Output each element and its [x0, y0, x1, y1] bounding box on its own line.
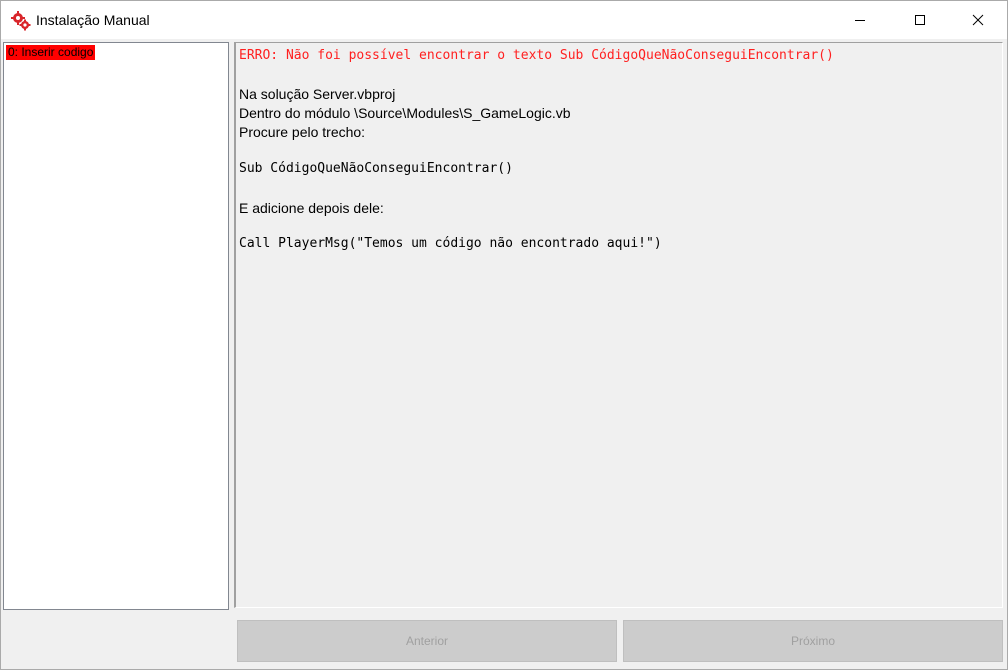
gears-app-icon: [11, 11, 31, 31]
previous-button[interactable]: Anterior: [237, 620, 617, 662]
solution-text: Na solução Server.vbproj: [239, 86, 396, 102]
minimize-icon: [855, 20, 865, 21]
module-text: Dentro do módulo \Source\Modules\S_GameL…: [239, 105, 571, 121]
add-instruction: E adicione depois dele:: [239, 200, 384, 216]
window-title: Instalação Manual: [36, 12, 150, 28]
search-code: Sub CódigoQueNãoConseguiEncontrar(): [239, 161, 513, 176]
maximize-icon: [915, 15, 925, 25]
maximize-button[interactable]: [891, 1, 949, 39]
next-button[interactable]: Próximo: [623, 620, 1003, 662]
title-bar[interactable]: Instalação Manual: [1, 1, 1007, 39]
close-icon: [972, 14, 984, 26]
steps-list[interactable]: 0: Inserir codigo: [3, 42, 229, 610]
error-message: ERRO: Não foi possível encontrar o texto…: [239, 48, 834, 63]
minimize-button[interactable]: [831, 1, 889, 39]
search-instruction: Procure pelo trecho:: [239, 124, 366, 140]
insert-code: Call PlayerMsg("Temos um código não enco…: [239, 236, 662, 251]
list-item[interactable]: 0: Inserir codigo: [6, 45, 96, 60]
instructions-textbox[interactable]: ERRO: Não foi possível encontrar o texto…: [234, 42, 1003, 608]
close-button[interactable]: [949, 1, 1007, 39]
installer-window: Instalação Manual 0: Inserir codigo ERRO…: [0, 0, 1008, 670]
